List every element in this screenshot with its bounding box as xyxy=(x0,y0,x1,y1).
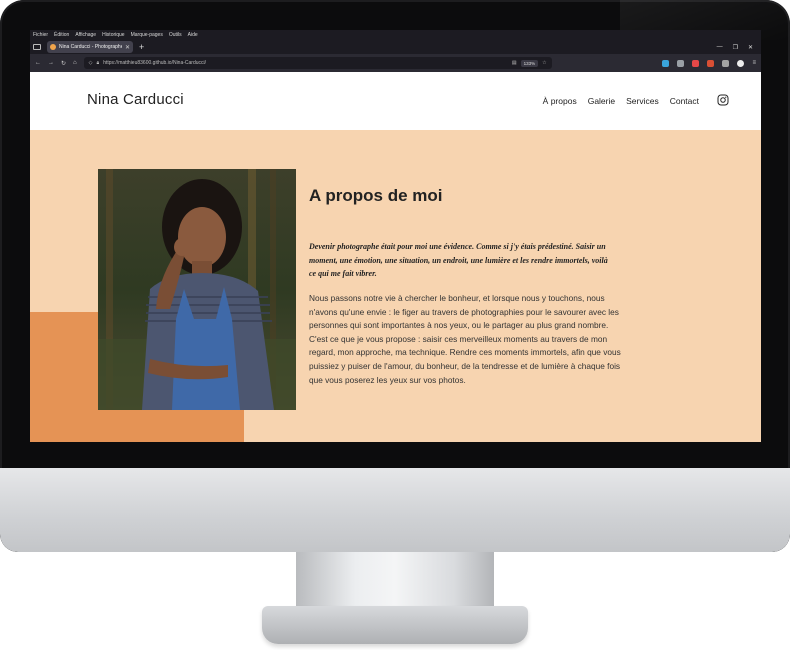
menu-history[interactable]: Historique xyxy=(102,32,125,38)
bookmark-star-icon[interactable]: ☆ xyxy=(542,60,546,66)
browser-tabbar: Nina Carducci - Photographe ✕ + — ❐ ✕ xyxy=(30,40,761,54)
close-window-icon[interactable]: ✕ xyxy=(748,44,753,51)
favicon-icon xyxy=(50,44,56,50)
about-title: A propos de moi xyxy=(309,186,443,205)
downloads-icon[interactable] xyxy=(677,59,685,67)
tab-list-icon[interactable] xyxy=(33,44,41,50)
back-icon[interactable]: ← xyxy=(35,60,41,66)
site-nav: À propos Galerie Services Contact xyxy=(543,96,699,106)
website-page: Nina Carducci À propos Galerie Services … xyxy=(30,72,761,442)
account-icon[interactable] xyxy=(737,59,745,67)
portrait-photo xyxy=(98,169,296,410)
nav-gallery[interactable]: Galerie xyxy=(588,96,615,106)
menu-tools[interactable]: Outils xyxy=(169,32,182,38)
menu-help[interactable]: Aide xyxy=(188,32,198,38)
browser-screen: Fichier Édition Affichage Historique Mar… xyxy=(30,30,761,442)
reader-view-icon[interactable]: ▤ xyxy=(512,60,517,66)
close-tab-icon[interactable]: ✕ xyxy=(125,44,130,51)
window-controls: — ❐ ✕ xyxy=(717,44,761,51)
lock-icon[interactable]: 🔒︎ xyxy=(97,60,100,66)
menu-edit[interactable]: Édition xyxy=(54,32,69,38)
reload-icon[interactable]: ↻ xyxy=(61,60,66,67)
browser-navbar: ← → ↻ ⌂ ◇ 🔒︎ https://matthieu83600.githu… xyxy=(30,54,761,72)
maximize-icon[interactable]: ❐ xyxy=(733,44,738,51)
menu-view[interactable]: Affichage xyxy=(75,32,96,38)
monitor-stand-base xyxy=(262,606,528,644)
monitor-chin xyxy=(0,468,790,552)
nav-services[interactable]: Services xyxy=(626,96,659,106)
nav-contact[interactable]: Contact xyxy=(670,96,699,106)
about-quote: Devenir photographe était pour moi une é… xyxy=(309,242,608,278)
pocket-icon[interactable] xyxy=(662,59,670,67)
zoom-level[interactable]: 133% xyxy=(520,59,539,67)
nav-about[interactable]: À propos xyxy=(543,96,577,106)
new-tab-icon[interactable]: + xyxy=(139,42,144,52)
minimize-icon[interactable]: — xyxy=(717,44,723,51)
browser-menubar: Fichier Édition Affichage Historique Mar… xyxy=(30,30,761,40)
menu-file[interactable]: Fichier xyxy=(33,32,48,38)
instagram-icon[interactable] xyxy=(717,94,729,106)
menu-bookmarks[interactable]: Marque-pages xyxy=(131,32,163,38)
extensions-icon[interactable] xyxy=(722,59,730,67)
url-bar[interactable]: ◇ 🔒︎ https://matthieu83600.github.io/Nin… xyxy=(83,57,552,69)
shield-icon[interactable]: ◇ xyxy=(89,60,93,66)
site-header: Nina Carducci À propos Galerie Services … xyxy=(30,72,761,130)
url-text[interactable]: https://matthieu83600.github.io/Nina-Car… xyxy=(103,60,508,66)
forward-icon[interactable]: → xyxy=(48,60,54,66)
extension-icons: ≡ xyxy=(662,59,756,67)
about-body: Nous passons notre vie à chercher le bon… xyxy=(309,293,621,385)
extension-icon-2[interactable] xyxy=(707,59,715,67)
menu-hamburger-icon[interactable]: ≡ xyxy=(752,60,756,67)
home-icon[interactable]: ⌂ xyxy=(73,60,77,66)
extension-icon-1[interactable] xyxy=(692,59,700,67)
site-logo[interactable]: Nina Carducci xyxy=(87,91,184,108)
browser-tab-active[interactable]: Nina Carducci - Photographe ✕ xyxy=(47,41,133,53)
tab-title: Nina Carducci - Photographe xyxy=(59,44,122,50)
